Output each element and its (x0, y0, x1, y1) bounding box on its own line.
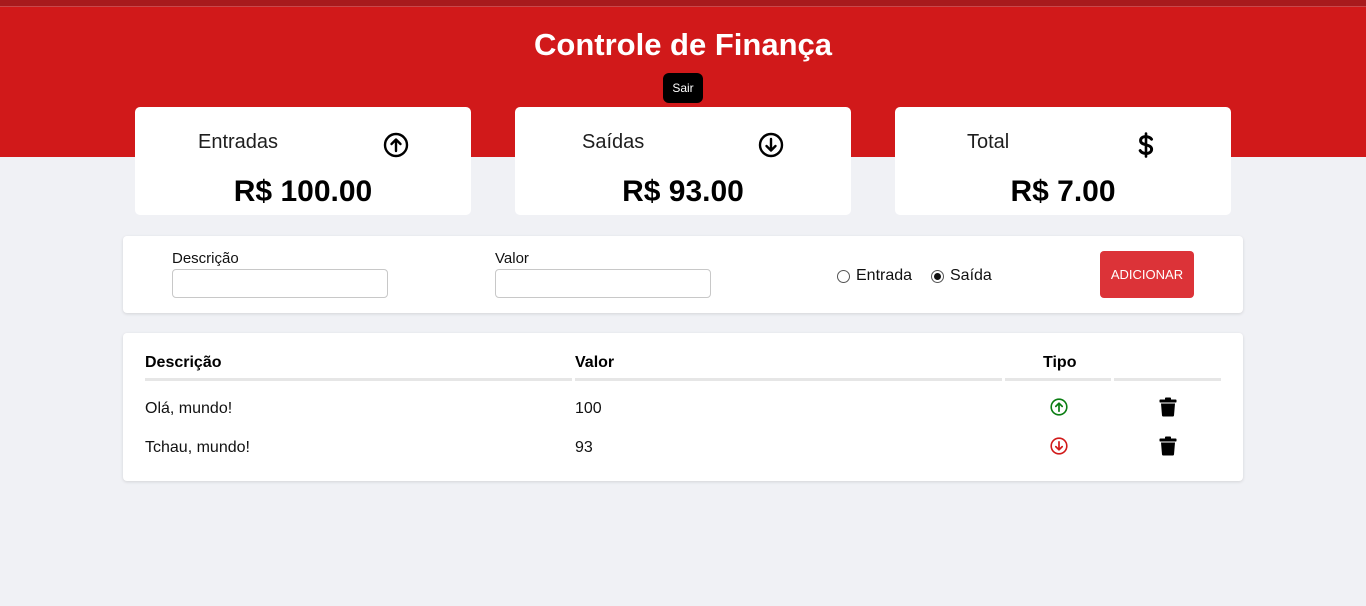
radio-saida-circle[interactable] (931, 269, 944, 283)
expense-arrow-down-icon (1050, 437, 1068, 455)
row-value: 93 (575, 439, 593, 456)
radio-saida-label: Saída (950, 267, 992, 284)
page-title: Controle de Finança (534, 27, 832, 62)
header-divider (1005, 378, 1111, 381)
summary-label: Saídas (582, 131, 645, 153)
transactions-table: Descrição Valor Tipo Olá, mundo! 100 Tch… (123, 333, 1243, 481)
column-header-valor: Valor (575, 354, 615, 371)
description-input[interactable] (172, 269, 388, 298)
column-header-descricao: Descrição (145, 354, 222, 371)
summary-card-total: Total R$ 7.00 (895, 107, 1231, 215)
header-divider (145, 378, 572, 381)
summary-label: Total (967, 131, 1010, 153)
header-divider (575, 378, 1002, 381)
value-input[interactable] (495, 269, 711, 298)
summary-card-saidas: Saídas R$ 93.00 (515, 107, 851, 215)
dollar-icon (1138, 132, 1154, 158)
value-label: Valor (495, 250, 529, 267)
summary-amount: R$ 100.00 (233, 175, 373, 208)
trash-icon[interactable] (1159, 436, 1177, 456)
description-label: Descrição (172, 250, 239, 267)
radio-entrada-label: Entrada (856, 267, 913, 284)
row-description: Olá, mundo! (145, 400, 233, 417)
window-top-border (0, 0, 1366, 7)
arrow-down-circle-icon (758, 132, 784, 158)
transaction-form: Descrição Valor Entrada Saída ADICIONAR (123, 236, 1243, 313)
column-header-tipo: Tipo (1043, 354, 1077, 371)
summary-amount: R$ 93.00 (622, 175, 744, 208)
income-arrow-up-icon (1050, 398, 1068, 416)
trash-icon[interactable] (1159, 397, 1177, 417)
row-description: Tchau, mundo! (145, 439, 250, 456)
arrow-up-circle-icon (383, 132, 409, 158)
summary-label: Entradas (198, 131, 279, 153)
summary-amount: R$ 7.00 (1010, 175, 1116, 208)
radio-entrada[interactable]: Entrada (837, 267, 912, 285)
add-button[interactable]: ADICIONAR (1100, 251, 1194, 298)
logout-button[interactable]: Sair (663, 73, 703, 103)
header-divider (1114, 378, 1221, 381)
radio-saida[interactable]: Saída (931, 267, 992, 285)
summary-card-entradas: Entradas R$ 100.00 (135, 107, 471, 215)
row-value: 100 (575, 400, 602, 417)
radio-entrada-circle[interactable] (837, 269, 850, 283)
